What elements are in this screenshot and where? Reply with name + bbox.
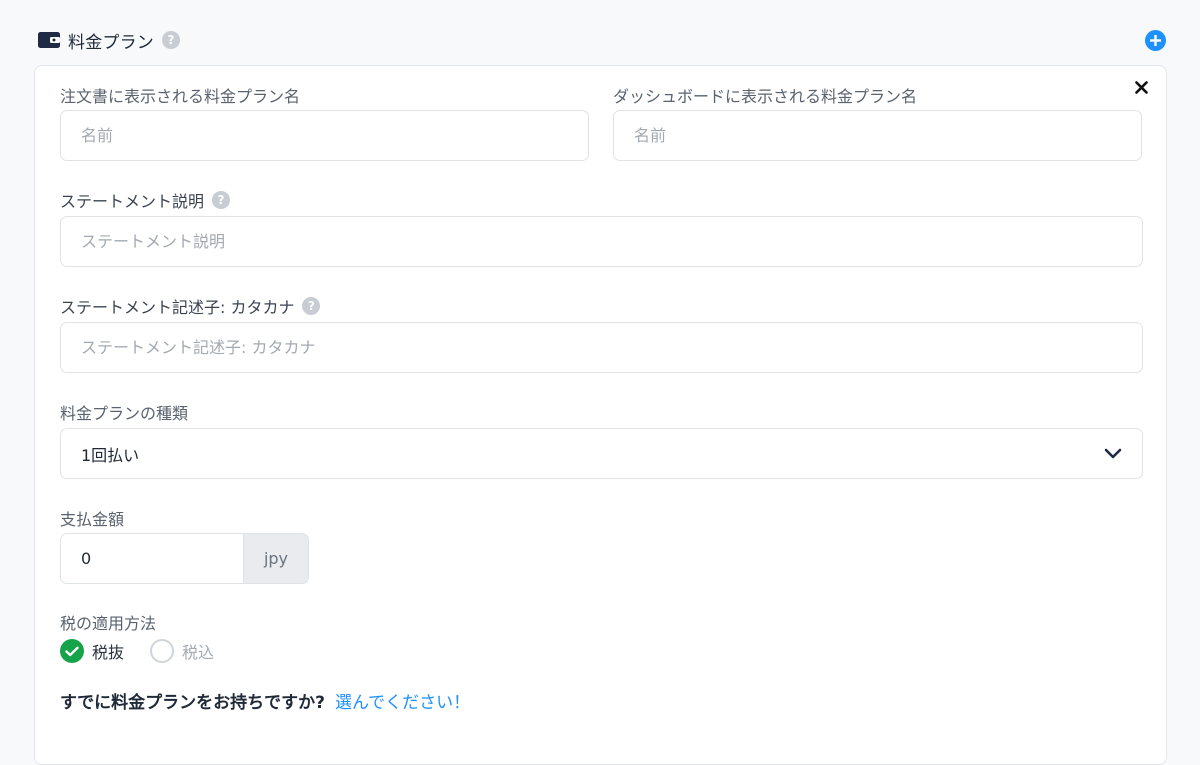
statement-kana-label: ステートメント記述子: カタカナ ? [60, 294, 321, 318]
existing-plan-prompt: すでに料金プランをお持ちですか? 選んでください！ [60, 688, 470, 713]
tax-included-option[interactable]: 税込 [150, 639, 214, 663]
choose-plan-link[interactable]: 選んでください！ [335, 693, 470, 713]
plan-card: 注文書に表示される料金プラン名 ダッシュボードに表示される料金プラン名 ステート… [34, 65, 1167, 765]
plus-icon [1150, 35, 1161, 46]
check-circle-icon [60, 639, 84, 663]
tax-label: 税の適用方法 [60, 614, 157, 633]
dashboard-name-label: ダッシュボードに表示される料金プラン名 [613, 87, 918, 106]
close-icon [1134, 80, 1148, 94]
chevron-down-icon [1104, 448, 1122, 458]
wallet-icon [38, 32, 60, 48]
section-title: 料金プラン [68, 32, 154, 53]
plan-type-value: 1回払い [81, 445, 140, 465]
tax-excluded-option[interactable]: 税抜 [60, 639, 124, 663]
order-name-label: 注文書に表示される料金プラン名 [60, 87, 301, 106]
amount-label: 支払金額 [60, 510, 125, 529]
existing-plan-question: すでに料金プランをお持ちですか? [60, 693, 326, 713]
help-icon[interactable]: ? [212, 191, 231, 209]
plan-type-label: 料金プランの種類 [60, 404, 189, 423]
close-button[interactable] [1130, 76, 1152, 98]
tax-included-label: 税込 [182, 643, 215, 662]
statement-desc-label: ステートメント説明 ? [60, 188, 231, 212]
currency-addon: jpy [243, 533, 309, 584]
add-plan-button[interactable] [1145, 30, 1166, 51]
tax-radio-group: 税抜 税込 [60, 639, 232, 663]
help-icon[interactable]: ? [302, 297, 321, 315]
tax-excluded-label: 税抜 [92, 643, 125, 662]
dashboard-name-input[interactable] [613, 110, 1142, 161]
amount-input[interactable] [60, 533, 243, 584]
statement-desc-input[interactable] [60, 216, 1143, 267]
amount-group: jpy [60, 533, 309, 584]
section-header: 料金プラン ? [38, 27, 180, 53]
plan-type-select[interactable]: 1回払い [60, 428, 1143, 479]
order-name-input[interactable] [60, 110, 589, 161]
help-icon[interactable]: ? [162, 31, 180, 49]
statement-kana-input[interactable] [60, 322, 1143, 373]
radio-empty-icon [150, 639, 175, 663]
